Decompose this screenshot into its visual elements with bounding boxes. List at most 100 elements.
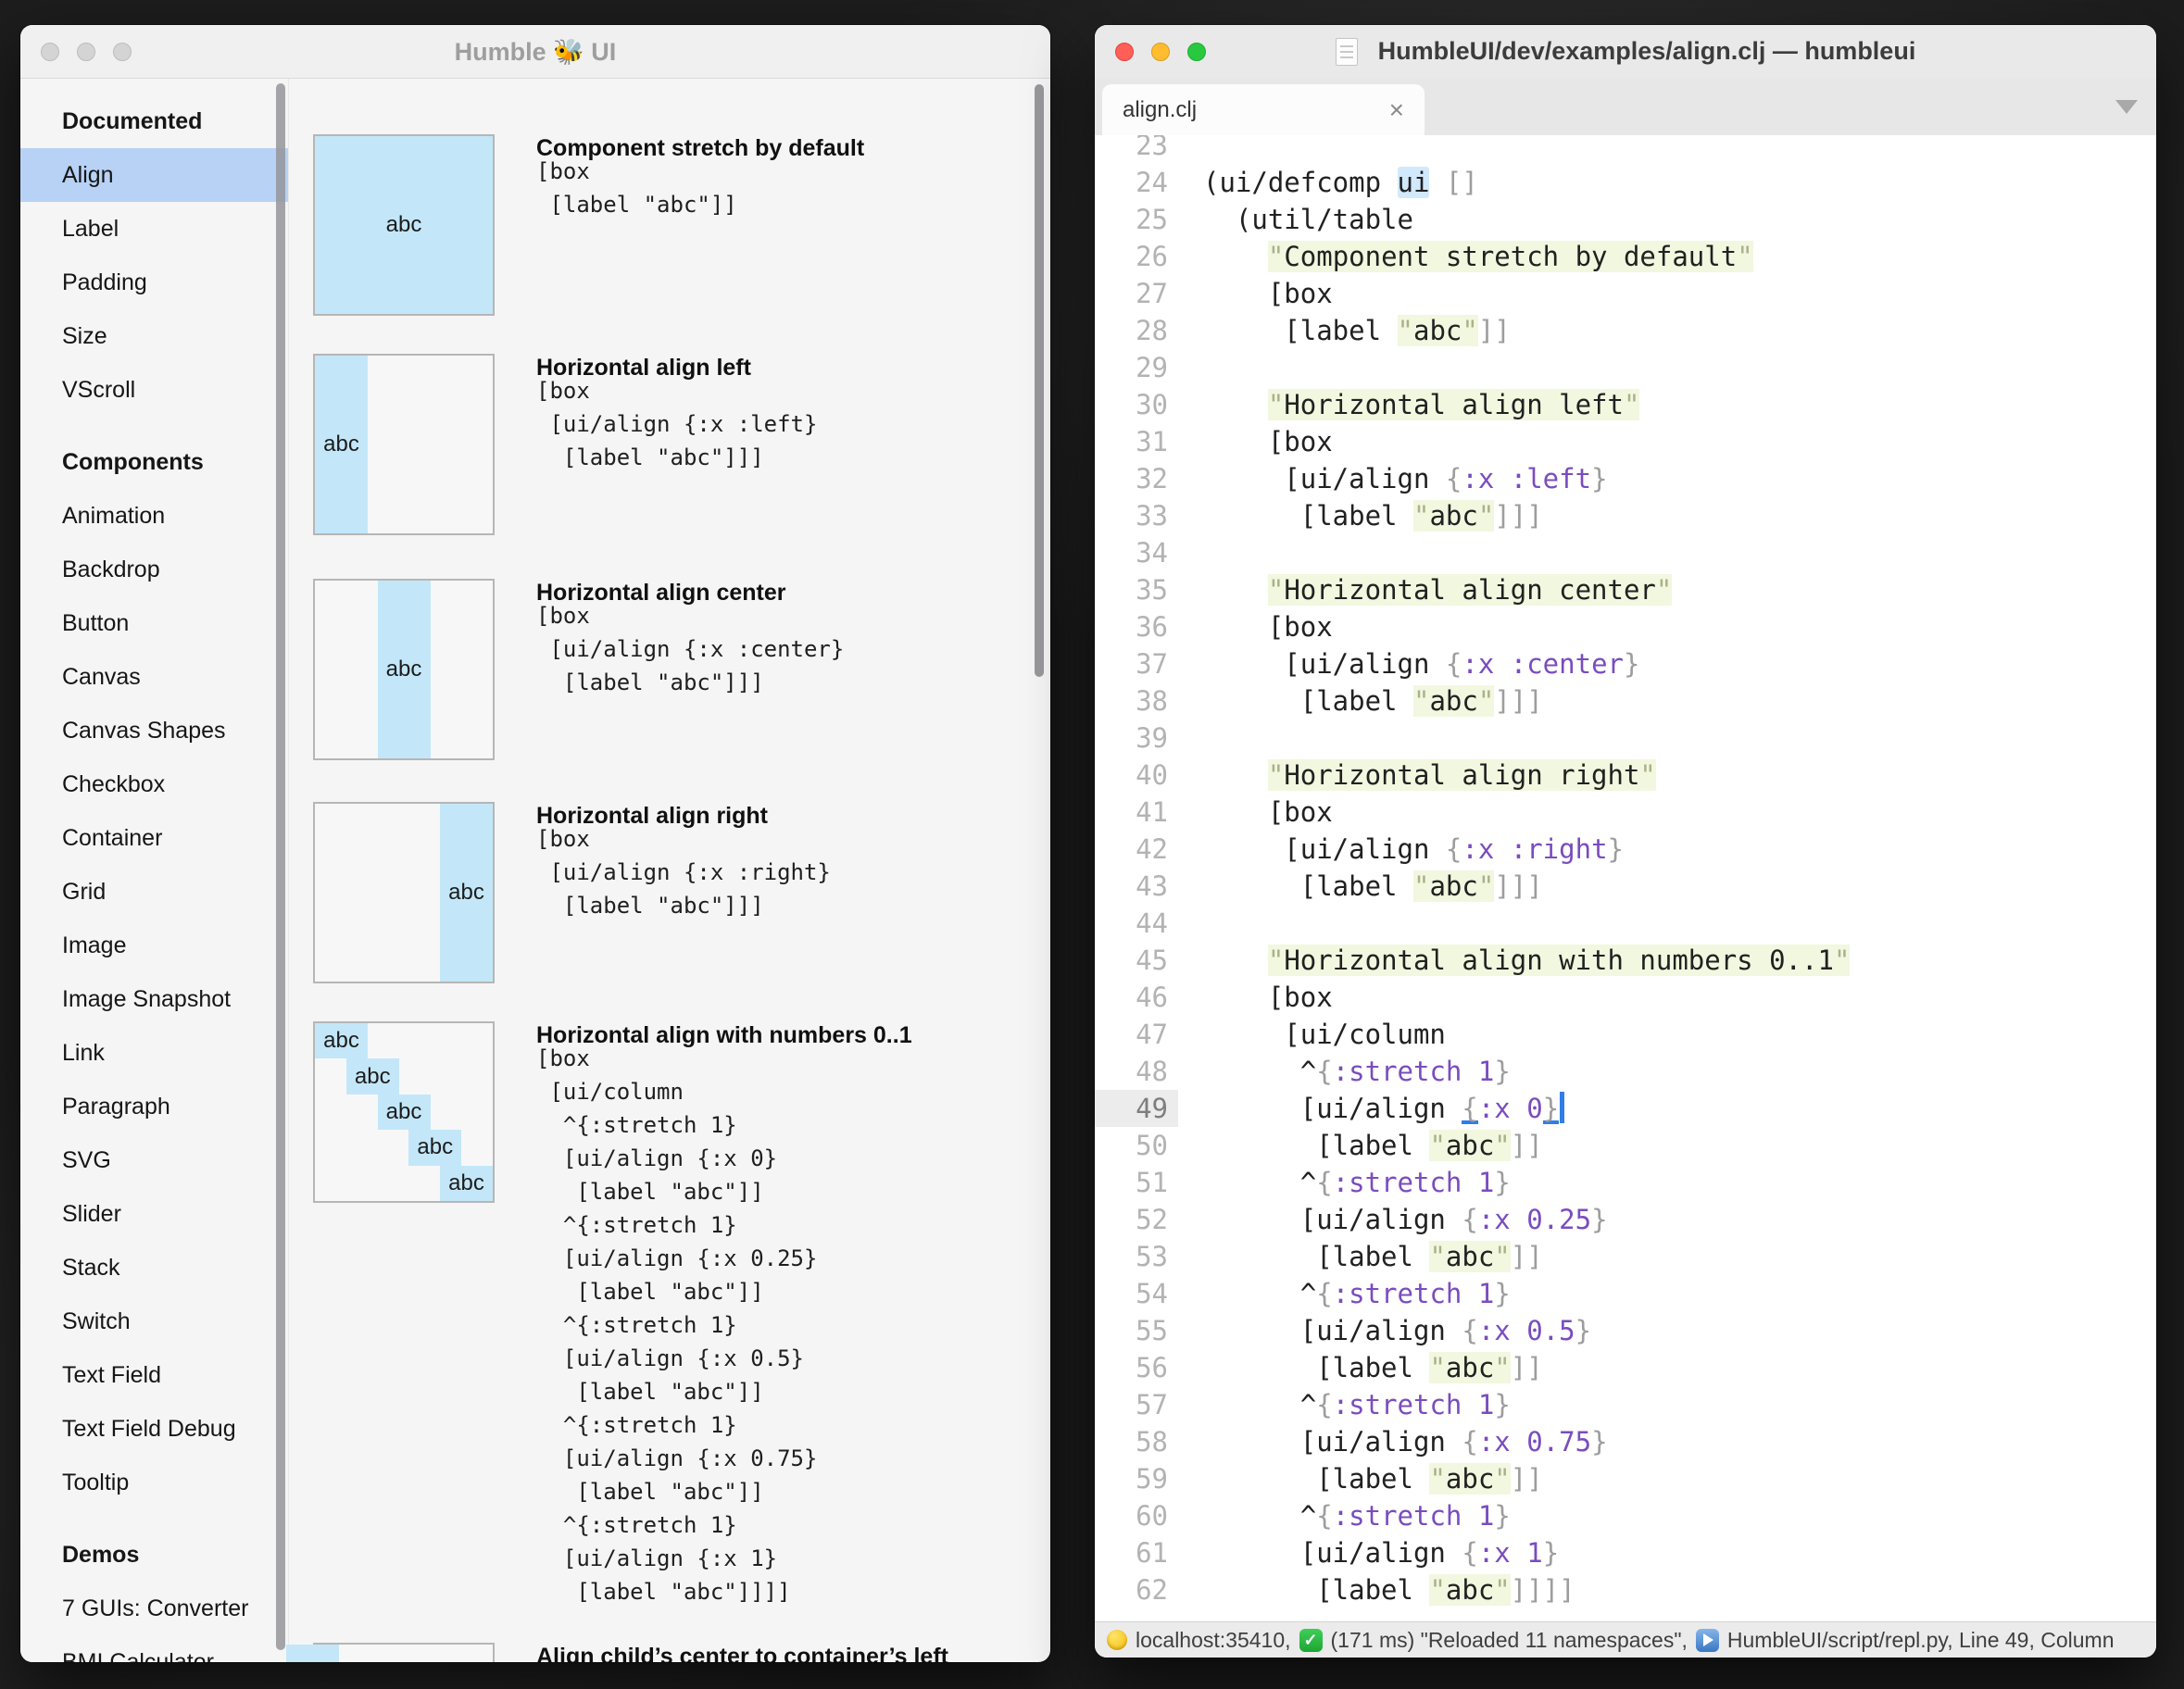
sidebar-item-vscroll[interactable]: VScroll [20,363,288,417]
preview-highlight: abc [408,1130,461,1165]
code-line-33[interactable]: 33 [label "abc"]]] [1095,497,2156,534]
code-line-28[interactable]: 28 [label "abc"]] [1095,312,2156,349]
tab-close-icon[interactable]: × [1389,97,1404,123]
right-titlebar: HumbleUI/dev/examples/align.clj — humble… [1095,25,2156,78]
code-line-41[interactable]: 41 [box [1095,794,2156,831]
tab-bar: align.clj × [1095,78,2156,135]
line-content: (ui/defcomp ui [] [1203,164,1478,201]
code-line-32[interactable]: 32 [ui/align {:x :left} [1095,460,2156,497]
code-line-37[interactable]: 37 [ui/align {:x :center} [1095,645,2156,682]
code-line-58[interactable]: 58 [ui/align {:x 0.75} [1095,1423,2156,1460]
code-line-25[interactable]: 25 (util/table [1095,201,2156,238]
example-code: [box [ui/column ^{:stretch 1} [ui/align … [536,1042,817,1608]
code-line-30[interactable]: 30 "Horizontal align left" [1095,386,2156,423]
sidebar-item-align[interactable]: Align [20,148,288,202]
minimize-window-button[interactable] [1151,43,1170,61]
sidebar-item-paragraph[interactable]: Paragraph [20,1080,288,1133]
code-editor[interactable]: 2324(ui/defcomp ui []25 (util/table26 "C… [1095,135,2156,1622]
sidebar-item-padding[interactable]: Padding [20,256,288,309]
sidebar-item-animation[interactable]: Animation [20,489,288,543]
traffic-lights [41,43,132,61]
code-line-45[interactable]: 45 "Horizontal align with numbers 0..1" [1095,942,2156,979]
code-line-35[interactable]: 35 "Horizontal align center" [1095,571,2156,608]
zoom-window-button[interactable] [1187,43,1206,61]
tab-label: align.clj [1123,97,1389,123]
zoom-window-button[interactable] [113,43,132,61]
code-line-50[interactable]: 50 [label "abc"]] [1095,1127,2156,1164]
sidebar-item-tooltip[interactable]: Tooltip [20,1456,288,1509]
code-line-49[interactable]: 49 [ui/align {:x 0} [1095,1090,2156,1127]
line-number: 32 [1095,460,1178,497]
code-line-40[interactable]: 40 "Horizontal align right" [1095,757,2156,794]
line-number: 36 [1095,608,1178,645]
line-content: [label "abc"]]] [1203,497,1543,534]
code-line-24[interactable]: 24(ui/defcomp ui [] [1095,164,2156,201]
sidebar-item-checkbox[interactable]: Checkbox [20,757,288,811]
preview-highlight: abc [440,1166,493,1201]
code-line-51[interactable]: 51 ^{:stretch 1} [1095,1164,2156,1201]
code-line-62[interactable]: 62 [label "abc"]]]] [1095,1571,2156,1608]
preview-box: abc [313,354,495,535]
code-line-55[interactable]: 55 [ui/align {:x 0.5} [1095,1312,2156,1349]
code-line-59[interactable]: 59 [label "abc"]] [1095,1460,2156,1497]
window-title: Humble 🐝 UI [455,37,617,67]
sidebar-item-slider[interactable]: Slider [20,1187,288,1241]
preview-abc-label: abc [448,880,484,906]
line-content: "Horizontal align left" [1203,386,1639,423]
code-line-44[interactable]: 44 [1095,905,2156,942]
line-content: [label "abc"]]] [1203,868,1543,905]
code-line-61[interactable]: 61 [ui/align {:x 1} [1095,1534,2156,1571]
code-line-53[interactable]: 53 [label "abc"]] [1095,1238,2156,1275]
line-number: 34 [1095,534,1178,571]
close-window-button[interactable] [41,43,59,61]
sidebar-scrollbar-thumb[interactable] [276,83,285,1650]
content-scrollbar-thumb[interactable] [1035,84,1044,677]
code-line-27[interactable]: 27 [box [1095,275,2156,312]
close-window-button[interactable] [1115,43,1134,61]
tab-align-clj[interactable]: align.clj × [1102,84,1425,135]
code-line-36[interactable]: 36 [box [1095,608,2156,645]
code-line-31[interactable]: 31 [box [1095,423,2156,460]
code-line-57[interactable]: 57 ^{:stretch 1} [1095,1386,2156,1423]
preview-abc-label: abc [417,1134,453,1160]
sidebar-item-backdrop[interactable]: Backdrop [20,543,288,596]
sidebar-item-stack[interactable]: Stack [20,1241,288,1295]
code-line-54[interactable]: 54 ^{:stretch 1} [1095,1275,2156,1312]
tab-list-dropdown-icon[interactable] [2115,100,2138,114]
code-line-52[interactable]: 52 [ui/align {:x 0.25} [1095,1201,2156,1238]
code-line-38[interactable]: 38 [label "abc"]]] [1095,682,2156,719]
minimize-window-button[interactable] [77,43,95,61]
sidebar-item-size[interactable]: Size [20,309,288,363]
sidebar-item-grid[interactable]: Grid [20,865,288,919]
sidebar-item-canvas[interactable]: Canvas [20,650,288,704]
code-line-56[interactable]: 56 [label "abc"]] [1095,1349,2156,1386]
sidebar-item-text-field-debug[interactable]: Text Field Debug [20,1402,288,1456]
sidebar-item-container[interactable]: Container [20,811,288,865]
sidebar-item-label[interactable]: Label [20,202,288,256]
code-line-47[interactable]: 47 [ui/column [1095,1016,2156,1053]
code-line-29[interactable]: 29 [1095,349,2156,386]
sidebar-item-text-field[interactable]: Text Field [20,1348,288,1402]
code-line-60[interactable]: 60 ^{:stretch 1} [1095,1497,2156,1534]
code-line-48[interactable]: 48 ^{:stretch 1} [1095,1053,2156,1090]
code-line-43[interactable]: 43 [label "abc"]]] [1095,868,2156,905]
sidebar-item-image-snapshot[interactable]: Image Snapshot [20,972,288,1026]
sidebar-item-button[interactable]: Button [20,596,288,650]
line-content: [label "abc"]] [1203,1238,1543,1275]
sidebar-item-svg[interactable]: SVG [20,1133,288,1187]
code-line-46[interactable]: 46 [box [1095,979,2156,1016]
code-line-39[interactable]: 39 [1095,719,2156,757]
line-content: [box [1203,423,1333,460]
sidebar-item-switch[interactable]: Switch [20,1295,288,1348]
sidebar-item-image[interactable]: Image [20,919,288,972]
sidebar-item-bmi-calculator[interactable]: BMI Calculator [20,1635,288,1662]
code-line-23[interactable]: 23 [1095,135,2156,164]
code-line-34[interactable]: 34 [1095,534,2156,571]
sidebar-item-link[interactable]: Link [20,1026,288,1080]
code-line-42[interactable]: 42 [ui/align {:x :right} [1095,831,2156,868]
line-number: 61 [1095,1534,1178,1571]
sidebar-item-7-guis-converter[interactable]: 7 GUIs: Converter [20,1582,288,1635]
sidebar-item-canvas-shapes[interactable]: Canvas Shapes [20,704,288,757]
preview-abc-label: abc [386,1099,422,1125]
code-line-26[interactable]: 26 "Component stretch by default" [1095,238,2156,275]
